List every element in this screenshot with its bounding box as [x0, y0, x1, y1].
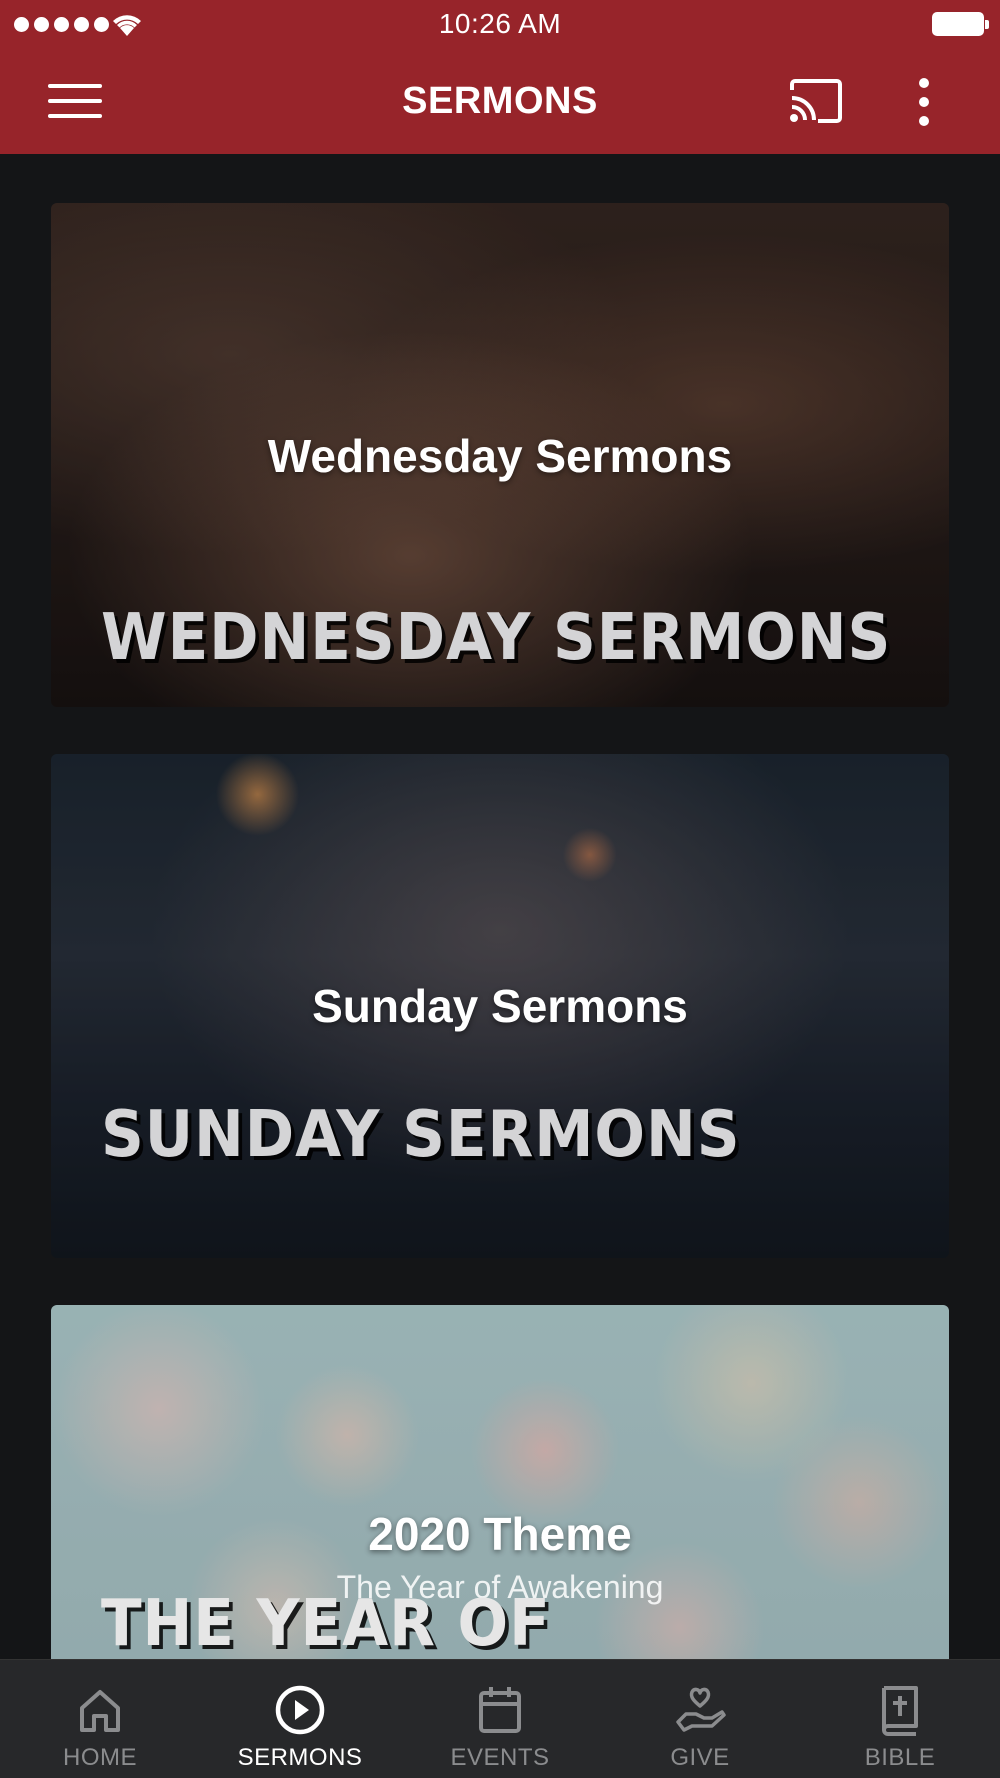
app-header: 10:26 AM SERMONS [0, 0, 1000, 154]
home-icon [80, 1690, 120, 1732]
sunday-sermons-card[interactable]: Sunday Sermons SUNDAY SERMONS [51, 754, 949, 1258]
card-title: Sunday Sermons [312, 980, 688, 1032]
tab-label: GIVE [670, 1744, 730, 1771]
calendar-icon [479, 1687, 521, 1733]
more-vertical-icon [919, 78, 929, 88]
cast-icon[interactable] [786, 76, 846, 126]
sermons-screen: 10:26 AM SERMONS Wednesday Sermons WEDNE… [0, 0, 1000, 1778]
wednesday-sermons-card[interactable]: Wednesday Sermons WEDNESDAY SERMONS [51, 203, 949, 707]
card-artwork-text: WEDNESDAY SERMONS [101, 601, 892, 675]
give-heart-hand-icon [676, 1687, 726, 1732]
card-title: 2020 Theme [368, 1508, 632, 1560]
battery-icon [932, 12, 989, 36]
status-bar: 10:26 AM [0, 0, 1000, 50]
tab-label: SERMONS [237, 1744, 363, 1771]
card-artwork-text: SUNDAY SERMONS [101, 1098, 741, 1172]
tab-home[interactable]: HOME [0, 1660, 200, 1778]
card-artwork-text: THE YEAR OF [101, 1587, 551, 1661]
tab-bible[interactable]: BIBLE [800, 1660, 1000, 1778]
play-circle-icon [275, 1685, 325, 1735]
tab-label: BIBLE [864, 1744, 936, 1771]
tab-give[interactable]: GIVE [600, 1660, 800, 1778]
tab-label: EVENTS [450, 1744, 550, 1771]
status-time: 10:26 AM [438, 8, 562, 39]
card-title: Wednesday Sermons [267, 430, 733, 482]
more-options-button[interactable] [906, 72, 942, 132]
tab-sermons[interactable]: SERMONS [200, 1660, 400, 1778]
bible-icon [882, 1686, 918, 1736]
tab-events[interactable]: EVENTS [400, 1660, 600, 1778]
bottom-tab-bar: HOME SERMONS EVENTS GIVE BIBLE [0, 1659, 1000, 1778]
page-title: SERMONS [402, 80, 598, 122]
tab-label: HOME [63, 1744, 137, 1771]
